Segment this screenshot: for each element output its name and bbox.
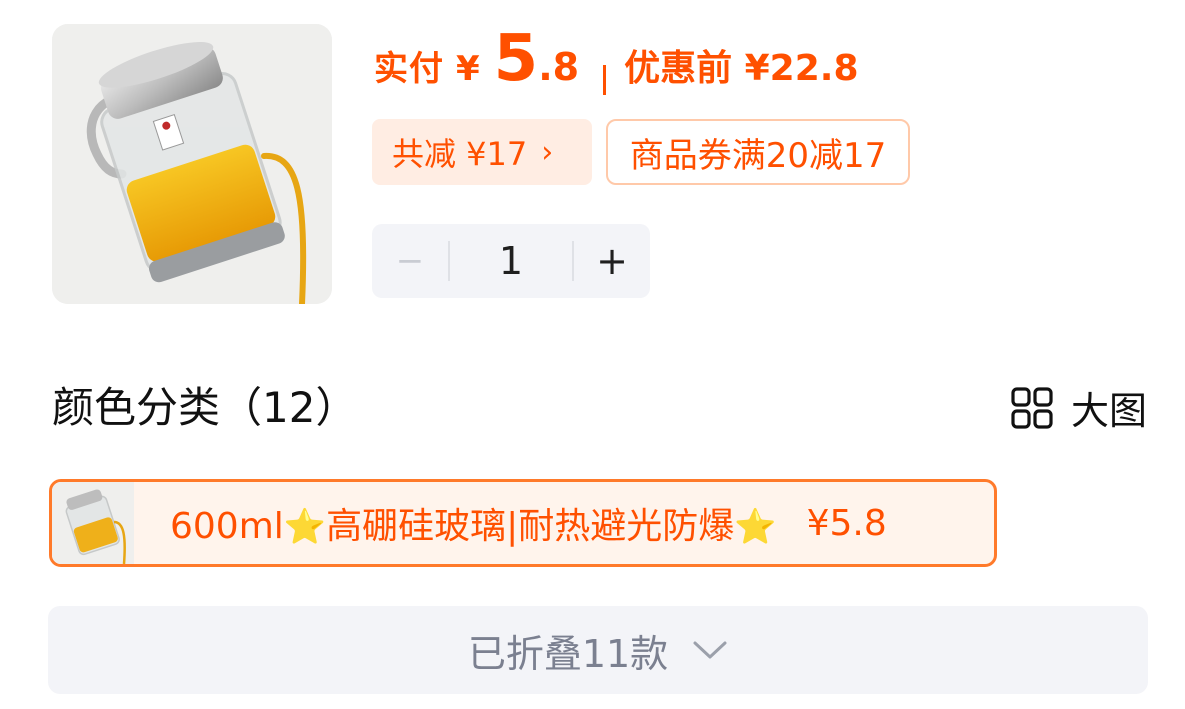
big-view-label: 大图 [1070, 389, 1147, 433]
sku-option-label: 600ml⭐高硼硅玻璃|耐热避光防爆⭐ [170, 497, 777, 549]
total-discount-tag[interactable]: 共减 ¥17 › [372, 119, 592, 185]
chevron-right-icon: › [541, 134, 554, 170]
sku-description: 高硼硅玻璃|耐热避光防爆 [326, 506, 735, 547]
paid-price-decimal: .8 [538, 45, 580, 89]
coupon-label: 商品券满20减17 [629, 135, 887, 176]
decrease-button[interactable]: − [372, 224, 448, 298]
increase-button[interactable]: + [574, 224, 650, 298]
sku-price: ¥5.8 [806, 502, 887, 544]
folded-label: 已折叠11款 [467, 631, 669, 676]
product-image[interactable] [52, 24, 332, 304]
sku-selector-panel: 实付 ¥ 5 .8 优惠前 ¥22.8 共减 ¥17 › 商品券满20减17 −… [0, 0, 1185, 709]
price-separator [603, 65, 607, 95]
sku-capacity: 600ml [170, 506, 284, 547]
total-discount-label: 共减 ¥17 [392, 135, 528, 173]
big-view-button[interactable]: 大图 [1011, 380, 1147, 435]
grid-icon [1011, 386, 1053, 429]
star-icon: ⭐ [734, 507, 777, 547]
sku-thumbnail [52, 482, 134, 564]
paid-price-integer: 5 [493, 22, 539, 96]
oil-dispenser-bottle-image [52, 482, 134, 564]
star-icon: ⭐ [283, 507, 327, 547]
coupon-tag: 商品券满20减17 [606, 119, 910, 185]
expand-folded-options-button[interactable]: 已折叠11款 [48, 606, 1148, 694]
quantity-stepper: − 1 + [372, 224, 650, 298]
oil-dispenser-bottle-image [52, 24, 332, 304]
chevron-down-icon [693, 641, 727, 659]
quantity-value[interactable]: 1 [450, 239, 572, 283]
original-price: 优惠前 ¥22.8 [624, 48, 859, 89]
paid-currency: ¥ [456, 49, 480, 89]
discount-tags: 共减 ¥17 › 商品券满20减17 [372, 119, 910, 185]
sku-option-selected[interactable]: 600ml⭐高硼硅玻璃|耐热避光防爆⭐ ¥5.8 [49, 479, 997, 567]
price-summary: 实付 ¥ 5 .8 优惠前 ¥22.8 [374, 22, 859, 122]
section-title: 颜色分类（12） [52, 383, 358, 432]
paid-label: 实付 [374, 49, 444, 89]
